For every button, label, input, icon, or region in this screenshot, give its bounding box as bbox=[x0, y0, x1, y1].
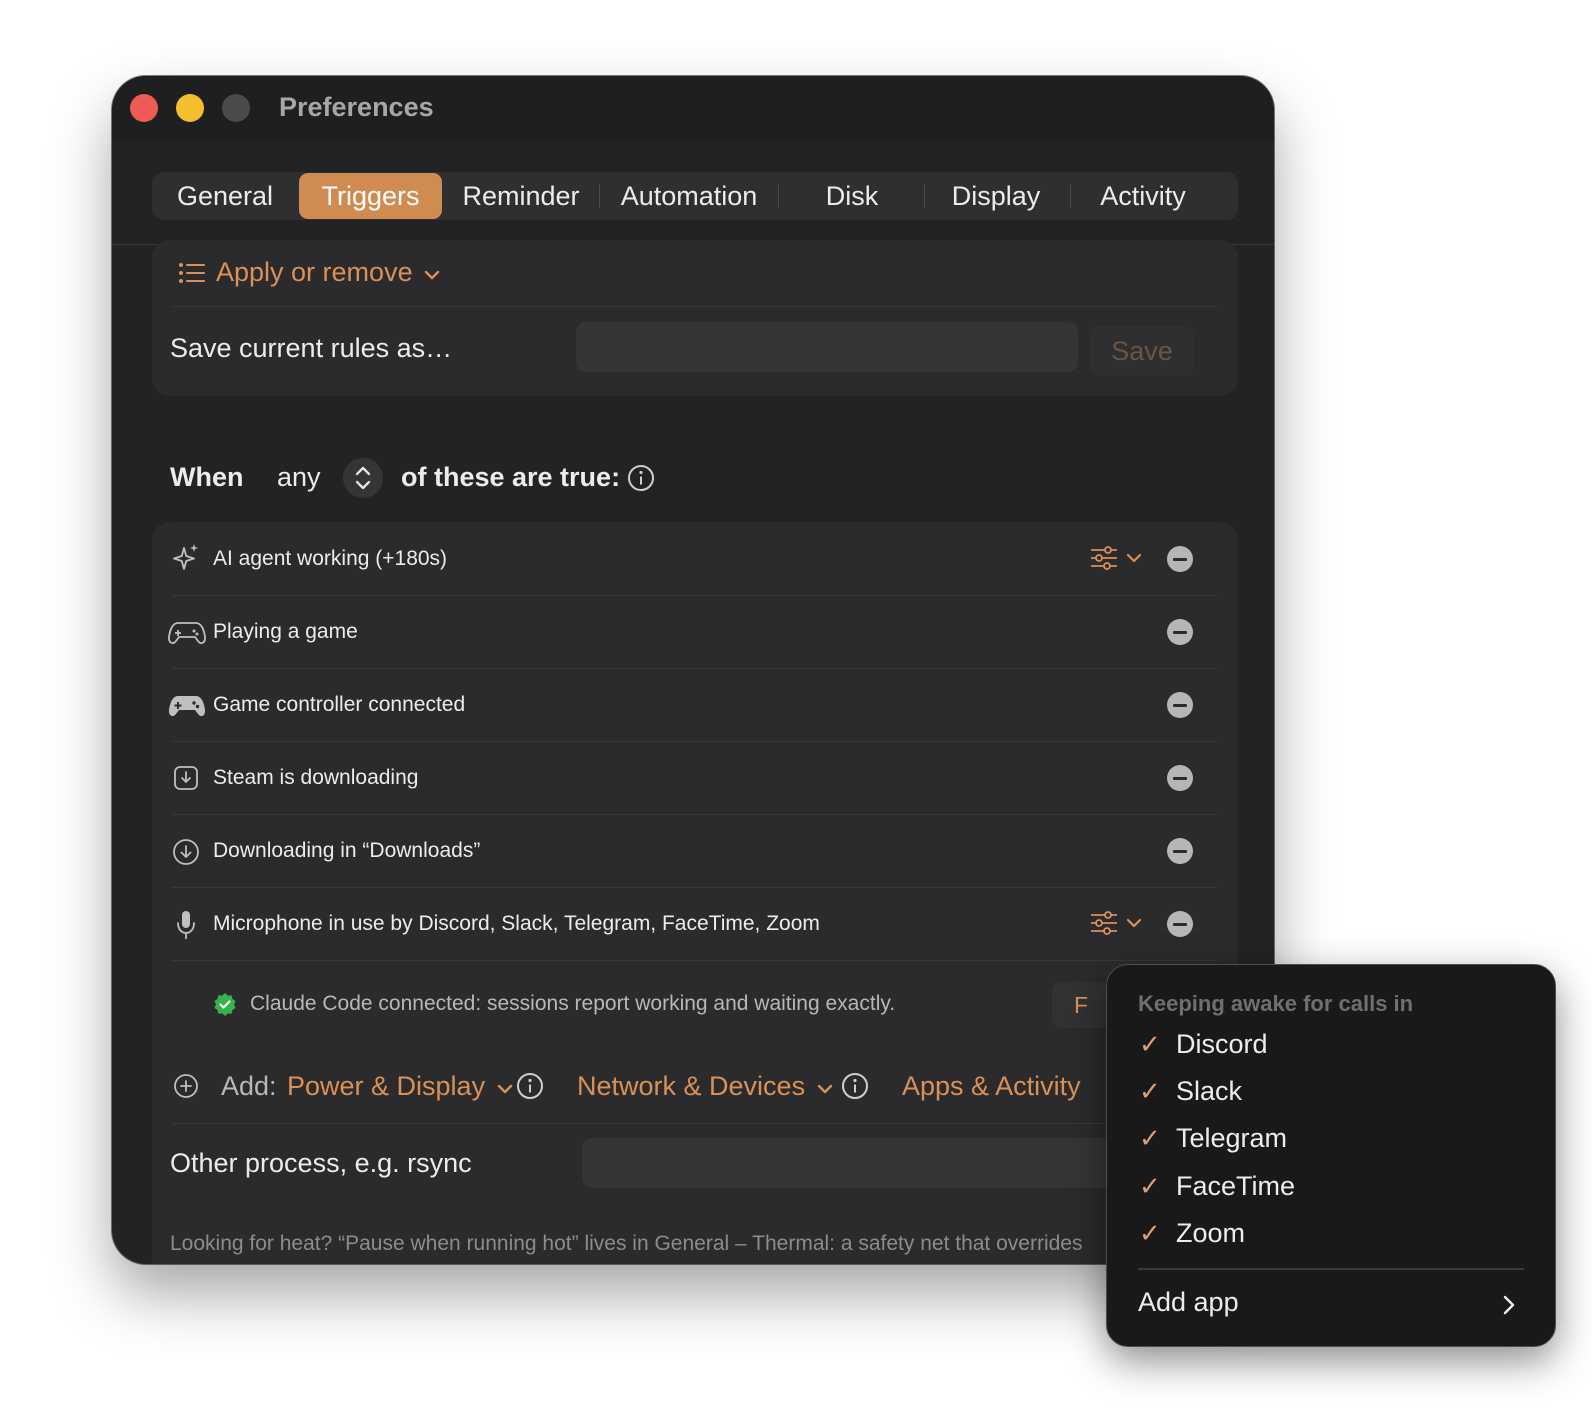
popup-item-label: FaceTime bbox=[1176, 1171, 1296, 1201]
info-icon[interactable] bbox=[841, 1072, 869, 1100]
divider bbox=[172, 1123, 1218, 1124]
presets-card: Apply or remove Save current rules as… S… bbox=[152, 240, 1238, 396]
info-icon[interactable] bbox=[627, 464, 655, 492]
tab-reminder[interactable]: Reminder bbox=[450, 172, 592, 220]
status-text: Claude Code connected: sessions report w… bbox=[250, 992, 896, 1015]
trigger-label: AI agent working (+180s) bbox=[213, 547, 448, 570]
chevron-down-icon bbox=[817, 1084, 832, 1094]
popup-divider bbox=[1138, 1268, 1524, 1270]
divider bbox=[172, 741, 1218, 742]
chevron-down-icon bbox=[1126, 553, 1142, 563]
when-label: When bbox=[170, 462, 244, 492]
checkmark-icon: ✓ bbox=[1139, 1123, 1161, 1153]
close-button[interactable] bbox=[130, 94, 158, 122]
tab-bar: General Triggers Reminder Automation Dis… bbox=[152, 172, 1238, 220]
divider bbox=[172, 595, 1218, 596]
menu-label: Network & Devices bbox=[577, 1071, 806, 1101]
tab-separator bbox=[924, 184, 925, 208]
triggers-card: AI agent working (+180s) Playing a game … bbox=[152, 522, 1238, 1264]
trigger-label: Microphone in use by Discord, Slack, Tel… bbox=[213, 912, 820, 935]
microphone-icon bbox=[177, 911, 195, 939]
list-icon bbox=[179, 263, 205, 283]
remove-trigger-button[interactable] bbox=[1167, 619, 1193, 645]
power-display-menu[interactable]: Power & Display bbox=[287, 1071, 513, 1102]
zoom-button[interactable] bbox=[222, 94, 250, 122]
tab-automation[interactable]: Automation bbox=[604, 172, 774, 220]
remove-trigger-button[interactable] bbox=[1167, 692, 1193, 718]
gamepad-outline-icon bbox=[168, 622, 206, 644]
tab-general[interactable]: General bbox=[160, 172, 290, 220]
apply-remove-menu[interactable]: Apply or remove bbox=[216, 257, 440, 288]
tab-disk[interactable]: Disk bbox=[784, 172, 920, 220]
trigger-label: Steam is downloading bbox=[213, 766, 419, 789]
divider bbox=[172, 814, 1218, 815]
remove-trigger-button[interactable] bbox=[1167, 765, 1193, 791]
add-app-label: Add app bbox=[1138, 1287, 1239, 1317]
download-square-icon bbox=[174, 766, 198, 790]
divider bbox=[172, 306, 1218, 307]
popup-item-label: Zoom bbox=[1176, 1218, 1246, 1248]
download-circle-icon bbox=[173, 839, 199, 865]
verified-badge-icon bbox=[214, 993, 236, 1016]
tab-separator bbox=[778, 184, 779, 208]
info-icon[interactable] bbox=[516, 1072, 544, 1100]
network-devices-menu[interactable]: Network & Devices bbox=[577, 1071, 833, 1102]
sliders-icon bbox=[1091, 911, 1117, 935]
popup-item-label: Discord bbox=[1176, 1029, 1268, 1059]
title-bar: Preferences bbox=[112, 76, 1274, 140]
add-label: Add: bbox=[221, 1071, 277, 1101]
save-button[interactable]: Save bbox=[1090, 326, 1194, 376]
trigger-options-button[interactable] bbox=[1090, 546, 1144, 572]
menu-label: Power & Display bbox=[287, 1071, 486, 1101]
call-apps-popup: Keeping awake for calls in ✓ Discord ✓ S… bbox=[1106, 964, 1556, 1347]
checkmark-icon: ✓ bbox=[1139, 1029, 1161, 1059]
divider bbox=[172, 887, 1218, 888]
sparkles-icon bbox=[173, 544, 198, 570]
condition-suffix: of these are true: bbox=[401, 462, 621, 492]
minimize-button[interactable] bbox=[176, 94, 204, 122]
save-rules-label: Save current rules as… bbox=[170, 333, 453, 363]
tab-separator bbox=[1070, 184, 1071, 208]
chevron-right-icon bbox=[1503, 1295, 1515, 1315]
up-down-chevron-icon bbox=[355, 466, 371, 490]
sliders-icon bbox=[1091, 546, 1117, 570]
apply-remove-label: Apply or remove bbox=[216, 257, 413, 287]
tab-display[interactable]: Display bbox=[930, 172, 1062, 220]
chevron-down-icon bbox=[497, 1084, 512, 1094]
remove-trigger-button[interactable] bbox=[1167, 838, 1193, 864]
trigger-label: Game controller connected bbox=[213, 693, 466, 716]
footer-hint: Looking for heat? “Pause when running ho… bbox=[170, 1232, 1083, 1255]
tab-activity[interactable]: Activity bbox=[1076, 172, 1210, 220]
mode-stepper[interactable] bbox=[343, 458, 383, 498]
tab-separator bbox=[599, 184, 600, 208]
gamepad-filled-icon bbox=[168, 696, 206, 717]
remove-trigger-button[interactable] bbox=[1167, 546, 1193, 572]
remove-trigger-button[interactable] bbox=[1167, 911, 1193, 937]
tab-triggers[interactable]: Triggers bbox=[299, 173, 442, 219]
popup-header: Keeping awake for calls in bbox=[1138, 991, 1414, 1016]
checkmark-icon: ✓ bbox=[1139, 1218, 1161, 1248]
preferences-window: Preferences General Triggers Reminder Au… bbox=[112, 76, 1274, 1264]
popup-item-label: Telegram bbox=[1176, 1123, 1288, 1153]
save-rules-input[interactable] bbox=[576, 322, 1078, 372]
window-title: Preferences bbox=[279, 92, 434, 122]
checkmark-icon: ✓ bbox=[1139, 1171, 1161, 1201]
divider bbox=[172, 960, 1218, 961]
apps-activity-menu[interactable]: Apps & Activity bbox=[902, 1071, 1081, 1102]
trigger-label: Downloading in “Downloads” bbox=[213, 839, 481, 862]
divider bbox=[172, 668, 1218, 669]
checkmark-icon: ✓ bbox=[1139, 1076, 1161, 1106]
plus-circle-icon[interactable] bbox=[173, 1073, 199, 1099]
chevron-down-icon bbox=[1126, 918, 1142, 928]
other-process-label: Other process, e.g. rsync bbox=[170, 1148, 472, 1178]
popup-item-label: Slack bbox=[1176, 1076, 1243, 1106]
mode-value[interactable]: any bbox=[277, 462, 321, 493]
add-app-item[interactable]: Add app bbox=[1138, 1285, 1524, 1329]
other-process-input[interactable] bbox=[582, 1138, 1182, 1188]
chevron-down-icon bbox=[424, 270, 440, 280]
trigger-options-button[interactable] bbox=[1090, 911, 1144, 937]
trigger-label: Playing a game bbox=[213, 620, 358, 643]
